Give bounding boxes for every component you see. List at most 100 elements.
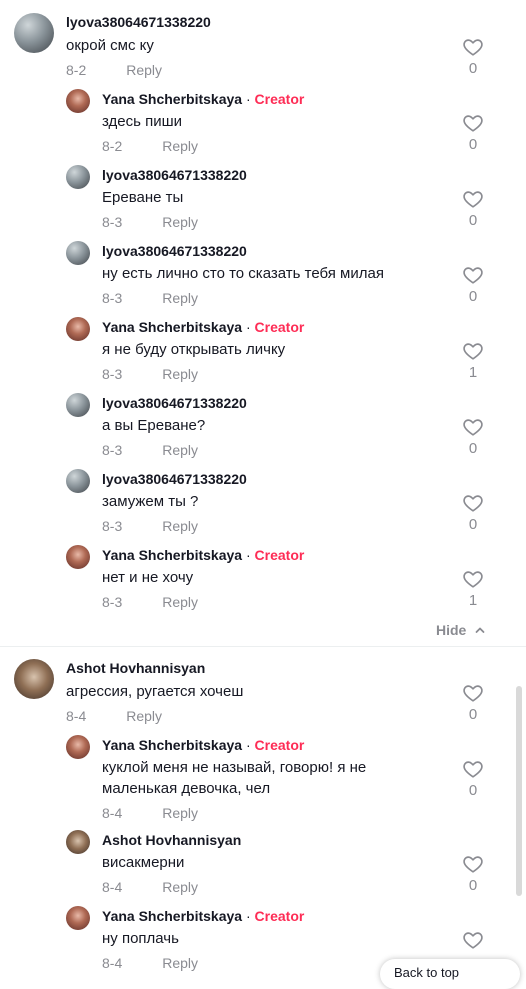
comment-username[interactable]: lyova38064671338220 (102, 243, 247, 259)
comment-meta: 8-3 Reply (102, 594, 198, 610)
hide-label[interactable]: Hide (436, 622, 466, 638)
creator-badge: Creator (254, 319, 305, 335)
creator-badge: Creator (254, 547, 305, 563)
separator: · (245, 319, 251, 335)
comment-date: 8-3 (102, 518, 123, 534)
chevron-up-icon (475, 627, 485, 633)
reply-button[interactable]: Reply (162, 442, 198, 458)
comment-username[interactable]: Yana Shcherbitskaya · Creator (102, 908, 304, 924)
avatar[interactable] (66, 545, 90, 569)
heart-icon[interactable] (462, 568, 484, 590)
comment-meta: 8-3 Reply (102, 442, 198, 458)
heart-icon[interactable] (462, 758, 484, 780)
comment-username[interactable]: lyova38064671338220 (102, 395, 247, 411)
like-count: 1 (468, 364, 478, 381)
comment-text: я не буду открывать личку (102, 341, 286, 358)
creator-badge: Creator (254, 91, 305, 107)
reply-button[interactable]: Reply (162, 594, 198, 610)
comment-username[interactable]: lyova38064671338220 (102, 471, 247, 487)
comment-date: 8-3 (102, 594, 123, 610)
comment-text: нет и не хочу (102, 569, 194, 586)
comment-meta: 8-3 Reply (102, 518, 198, 534)
comment-date: 8-3 (102, 366, 123, 382)
comment-username[interactable]: Yana Shcherbitskaya · Creator (102, 547, 304, 563)
avatar[interactable] (66, 317, 90, 341)
comment-username[interactable]: Yana Shcherbitskaya · Creator (102, 91, 304, 107)
avatar[interactable] (66, 393, 90, 417)
like-count: 0 (468, 706, 478, 723)
avatar[interactable] (14, 13, 54, 53)
reply-button[interactable]: Reply (162, 138, 198, 154)
username-text[interactable]: Yana Shcherbitskaya (102, 547, 242, 563)
reply-button[interactable]: Reply (162, 955, 198, 971)
avatar[interactable] (66, 906, 90, 930)
heart-icon[interactable] (462, 340, 484, 362)
comment-text: висакмерни (102, 854, 185, 871)
scrollbar[interactable] (516, 686, 522, 896)
username-text[interactable]: Yana Shcherbitskaya (102, 319, 242, 335)
heart-icon[interactable] (462, 416, 484, 438)
comment-username[interactable]: Yana Shcherbitskaya · Creator (102, 737, 304, 753)
comment-meta: 8-4 Reply (102, 879, 198, 895)
heart-icon[interactable] (462, 36, 484, 58)
comment-username[interactable]: Ashot Hovhannisyan (102, 832, 241, 848)
comment-text: а вы Ереване? (102, 417, 206, 434)
avatar[interactable] (66, 89, 90, 113)
reply-button[interactable]: Reply (162, 290, 198, 306)
reply-button[interactable]: Reply (162, 214, 198, 230)
heart-icon[interactable] (462, 112, 484, 134)
heart-icon[interactable] (462, 853, 484, 875)
comment-meta: 8-4 Reply (102, 805, 198, 821)
comment-date: 8-3 (102, 214, 123, 230)
separator: · (245, 91, 251, 107)
reply-button[interactable]: Reply (162, 805, 198, 821)
comment-text: Ереване ты (102, 189, 184, 206)
reply-button[interactable]: Reply (162, 879, 198, 895)
avatar[interactable] (14, 659, 54, 699)
avatar[interactable] (66, 469, 90, 493)
heart-icon[interactable] (462, 929, 484, 951)
heart-icon[interactable] (462, 188, 484, 210)
comment-date: 8-4 (66, 708, 87, 724)
comment-username[interactable]: Yana Shcherbitskaya · Creator (102, 319, 304, 335)
separator: · (245, 547, 251, 563)
creator-badge: Creator (254, 737, 305, 753)
separator: · (245, 908, 251, 924)
reply-button[interactable]: Reply (126, 62, 162, 78)
back-to-top-button[interactable]: Back to top (380, 959, 520, 989)
avatar[interactable] (66, 241, 90, 265)
heart-icon[interactable] (462, 264, 484, 286)
avatar[interactable] (66, 830, 90, 854)
reply-button[interactable]: Reply (126, 708, 162, 724)
comment-date: 8-4 (102, 879, 123, 895)
comment-text: куклой меня не называй, говорю! я не мал… (102, 759, 367, 797)
comment-text: замужем ты ? (102, 493, 199, 510)
heart-icon[interactable] (462, 492, 484, 514)
like-count: 1 (468, 592, 478, 609)
comment-meta: 8-2 Reply (102, 138, 198, 154)
comment-username[interactable]: Ashot Hovhannisyan (66, 660, 205, 676)
divider (0, 646, 526, 647)
like-count: 0 (468, 516, 478, 533)
comment-date: 8-3 (102, 442, 123, 458)
comment-meta: 8-3 Reply (102, 366, 198, 382)
username-text[interactable]: Yana Shcherbitskaya (102, 91, 242, 107)
reply-button[interactable]: Reply (162, 366, 198, 382)
comment-meta: 8-4 Reply (66, 708, 162, 724)
reply-button[interactable]: Reply (162, 518, 198, 534)
creator-badge: Creator (254, 908, 305, 924)
avatar[interactable] (66, 735, 90, 759)
heart-icon[interactable] (462, 682, 484, 704)
comment-text: ну поплачь (102, 930, 179, 947)
hide-replies-button[interactable]: Hide (436, 622, 486, 638)
comment-date: 8-4 (102, 805, 123, 821)
comment-username[interactable]: lyova38064671338220 (66, 14, 211, 30)
comment-meta: 8-2 Reply (66, 62, 162, 78)
username-text[interactable]: Yana Shcherbitskaya (102, 737, 242, 753)
username-text[interactable]: Yana Shcherbitskaya (102, 908, 242, 924)
avatar[interactable] (66, 165, 90, 189)
comment-username[interactable]: lyova38064671338220 (102, 167, 247, 183)
like-count: 0 (468, 136, 478, 153)
comment-date: 8-2 (102, 138, 123, 154)
comment-text: окрой смс ку (66, 37, 154, 54)
